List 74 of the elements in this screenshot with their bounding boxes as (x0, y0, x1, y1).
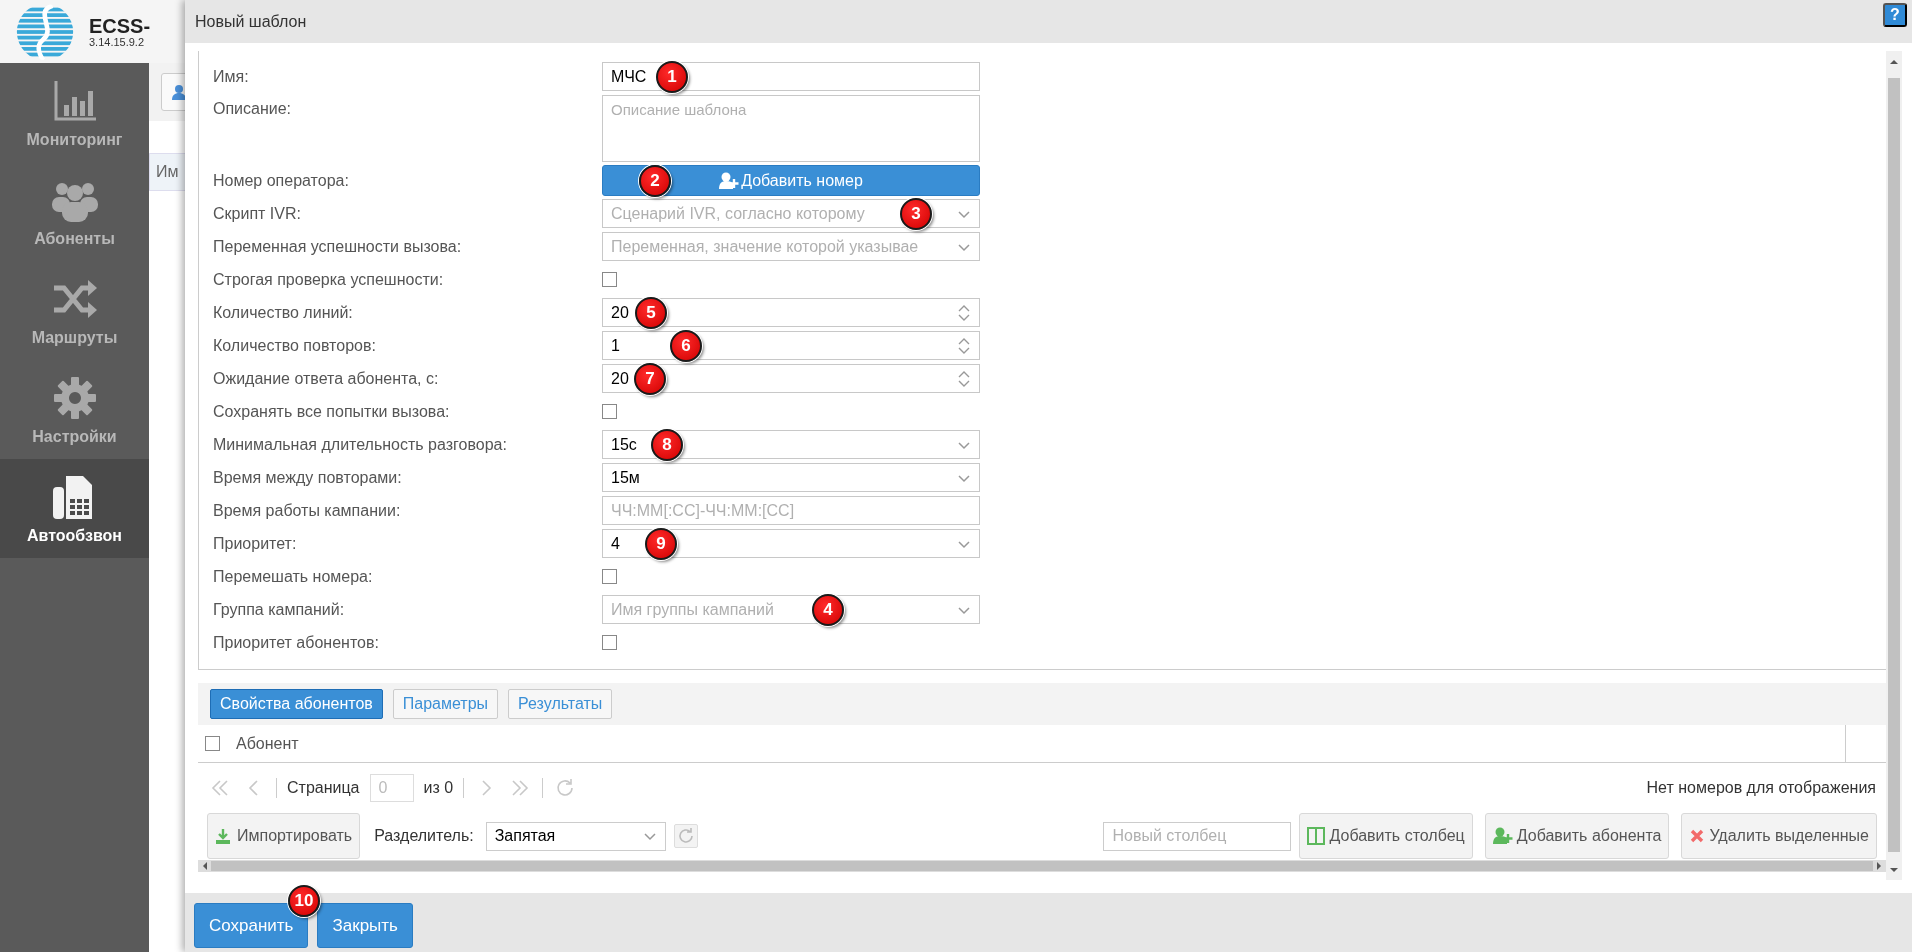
user-plus-icon (1492, 827, 1513, 845)
sidebar-item[interactable]: Абоненты (0, 162, 149, 261)
step-marker: 10 (288, 885, 320, 917)
sidebar-item[interactable]: Настройки (0, 360, 149, 459)
version-label: 3.14.15.9.2 (89, 35, 146, 48)
help-button[interactable]: ? (1883, 2, 1907, 27)
sidebar-item[interactable]: Маршруты (0, 261, 149, 360)
close-button[interactable]: Закрыть (317, 903, 413, 948)
field-label: Перемешать номера: (213, 567, 374, 586)
column-header: Им (156, 163, 179, 181)
field-label: Описание: (213, 99, 293, 118)
page-label: Страница (287, 778, 360, 797)
column-header: Абонент (236, 734, 299, 753)
columns-icon (1307, 827, 1326, 845)
add-subscriber-button[interactable]: Добавить абонента (1484, 813, 1670, 859)
checkbox[interactable] (602, 569, 617, 584)
page-count: из 0 (423, 778, 454, 797)
step-marker: 6 (670, 329, 702, 362)
step-marker: 8 (651, 428, 683, 461)
spinner-icon (957, 304, 971, 321)
field-label: Строгая проверка успешности: (213, 270, 445, 289)
step-marker: 7 (634, 362, 666, 395)
user-plus-icon (719, 171, 740, 190)
spinner-icon (957, 337, 971, 354)
select-field[interactable]: 15м (602, 463, 980, 492)
separator-select[interactable]: Запятая (485, 821, 666, 851)
field-label: Приоритет абонентов: (213, 633, 380, 652)
field-label: Приоритет: (213, 534, 298, 553)
app-title: ECSS- (89, 15, 151, 36)
download-icon (215, 828, 231, 844)
chevron-down-icon (642, 830, 657, 842)
field-label: Количество повторов: (213, 336, 377, 355)
sidebar-item[interactable]: Мониторинг (0, 63, 149, 162)
step-marker: 5 (635, 296, 667, 329)
empty-status-text: Нет номеров для отображения (1646, 778, 1877, 797)
add-column-button[interactable]: Добавить столбец (1299, 813, 1473, 859)
sidebar-item[interactable]: Автообзвон (0, 459, 149, 558)
checkbox[interactable] (602, 272, 617, 287)
step-marker: 4 (812, 593, 844, 626)
field-label: Время между повторами: (213, 468, 403, 487)
step-marker: 1 (656, 60, 688, 93)
field-label: Количество линий: (213, 303, 354, 322)
import-button[interactable]: Импортировать (207, 813, 361, 859)
tab[interactable]: Результаты (508, 689, 613, 719)
field-label: Скрипт IVR: (213, 204, 302, 223)
new-column-field[interactable]: Новый столбец (1103, 821, 1292, 851)
delete-selected-button[interactable]: Удалить выделенные (1681, 813, 1877, 859)
step-marker: 3 (900, 197, 932, 230)
step-marker: 9 (645, 527, 677, 560)
description-field[interactable]: Описание шаблона (602, 95, 980, 162)
tab[interactable]: Параметры (392, 689, 499, 719)
field-label: Минимальная длительность разговора: (213, 435, 508, 454)
horizontal-scrollbar[interactable] (198, 860, 1886, 872)
separator-label: Разделитель: (374, 827, 474, 845)
close-icon (1689, 828, 1706, 844)
user-icon (171, 84, 187, 100)
field-label: Время работы кампании: (213, 501, 402, 520)
select-field[interactable]: Переменная, значение которой указывае (602, 232, 980, 261)
dialog-title: Новый шаблон (195, 12, 307, 31)
select-all-checkbox[interactable] (205, 736, 220, 751)
field-label: Группа кампаний: (213, 600, 346, 619)
field-label: Имя: (213, 67, 250, 86)
reload-button[interactable] (673, 824, 698, 848)
spinner-icon (957, 370, 971, 387)
text-field[interactable]: ЧЧ:ММ[:СС]-ЧЧ:ММ:[СС] (602, 496, 980, 525)
field-label: Ожидание ответа абонента, с: (213, 369, 440, 388)
checkbox[interactable] (602, 404, 617, 419)
field-label: Сохранять все попытки вызова: (213, 402, 451, 421)
field-label: Номер оператора: (213, 171, 350, 190)
checkbox[interactable] (602, 635, 617, 650)
tab[interactable]: Свойства абонентов (210, 689, 383, 719)
step-marker: 2 (639, 164, 671, 197)
field-label: Переменная успешности вызова: (213, 237, 463, 256)
vertical-scrollbar[interactable] (1886, 51, 1902, 880)
